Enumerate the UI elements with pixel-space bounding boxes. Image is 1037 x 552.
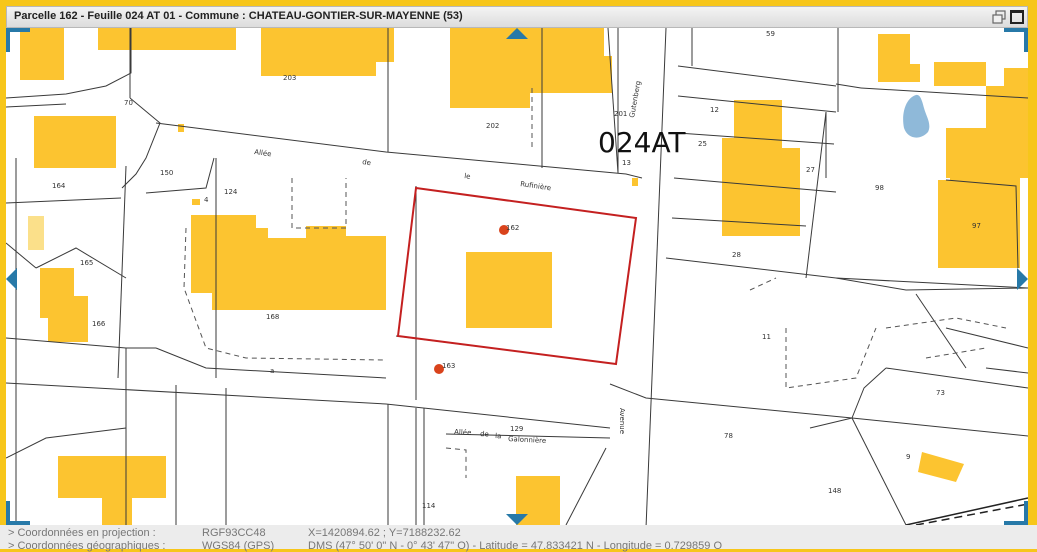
- pan-south-arrow-icon[interactable]: [506, 514, 528, 525]
- parcel-label-148: 148: [828, 487, 841, 495]
- light-buildings: [28, 216, 44, 250]
- window-title: Parcelle 162 - Feuille 024 AT 01 - Commu…: [14, 10, 463, 22]
- pan-east-arrow-icon[interactable]: [1017, 268, 1028, 290]
- coordinates-statusbar: > Coordonnées en projection : RGF93CC48 …: [0, 525, 1037, 552]
- parcel-label-162: 162: [506, 224, 519, 232]
- street-label-la: la: [495, 432, 502, 440]
- pan-north-arrow-icon[interactable]: [506, 28, 528, 39]
- parcel-label-59: 59: [766, 30, 775, 38]
- geographic-system: WGS84 (GPS): [202, 540, 275, 552]
- parcel-label-97: 97: [972, 222, 981, 230]
- parcel-label-203: 203: [283, 74, 296, 82]
- projection-value: X=1420894.62 ; Y=7188232.62: [308, 527, 461, 539]
- parcel-label-202: 202: [486, 122, 499, 130]
- parcel-label-164: 164: [52, 182, 66, 190]
- parcel-label-12: 12: [710, 106, 719, 114]
- street-label-allee: Allée: [254, 148, 272, 158]
- buildings: [20, 28, 1028, 525]
- parcel-label-25: 25: [698, 140, 707, 148]
- parcel-label-150: 150: [160, 169, 173, 177]
- parcel-label-28: 28: [732, 251, 741, 259]
- parcel-label-13: 13: [622, 159, 631, 167]
- parcel-label-201: 201: [614, 110, 627, 118]
- maximize-window-button[interactable]: [1010, 10, 1024, 24]
- parcel-label-114: 114: [422, 502, 436, 510]
- corner-handle-top-right[interactable]: [1004, 28, 1028, 52]
- projection-label: > Coordonnées en projection :: [8, 527, 156, 539]
- parcel-label-78: 78: [724, 432, 733, 440]
- parcel-label-165: 165: [80, 259, 93, 267]
- street-label-le: le: [464, 172, 471, 181]
- parcel-label-163: 163: [442, 362, 455, 370]
- restore-window-button[interactable]: [992, 10, 1006, 24]
- projection-system: RGF93CC48: [202, 527, 266, 539]
- street-label-rufiniere: Rufinière: [520, 180, 552, 192]
- street-label-avenue: Avenue: [618, 408, 626, 434]
- window-titlebar: Parcelle 162 - Feuille 024 AT 01 - Commu…: [6, 6, 1028, 28]
- street-label-de2: de: [480, 430, 489, 438]
- parcel-viewer-window: Parcelle 162 - Feuille 024 AT 01 - Commu…: [0, 0, 1037, 552]
- street-label-allee2: Allée: [454, 428, 472, 437]
- parcel-label-a: a: [270, 367, 274, 375]
- parcel-label-70: 70: [124, 99, 133, 107]
- parcel-label-4: 4: [204, 196, 209, 204]
- street-label-gutenberg: Gutenberg: [628, 80, 642, 118]
- parcel-label-166: 166: [92, 320, 106, 328]
- pan-west-arrow-icon[interactable]: [6, 268, 17, 290]
- parcel-label-9: 9: [906, 453, 910, 461]
- map-canvas: 59 203 70 202 201 12 25 13 27 98 97 164 …: [6, 28, 1028, 525]
- parcel-label-168: 168: [266, 313, 279, 321]
- geographic-value: DMS (47° 50' 0" N - 0° 43' 47" O) - Lati…: [308, 540, 723, 552]
- water: [903, 94, 930, 138]
- corner-handle-bottom-left[interactable]: [6, 501, 30, 525]
- parcel-label-98: 98: [875, 184, 884, 192]
- street-label-de: de: [362, 158, 372, 167]
- parcel-label-11: 11: [762, 333, 771, 341]
- parcel-label-73: 73: [936, 389, 945, 397]
- cadastral-map[interactable]: 59 203 70 202 201 12 25 13 27 98 97 164 …: [6, 28, 1028, 525]
- street-label-galonniere: Galonnière: [508, 435, 546, 445]
- parcel-label-124: 124: [224, 188, 238, 196]
- corner-handle-bottom-right[interactable]: [1004, 501, 1028, 525]
- restore-icon: [992, 10, 1006, 24]
- sheet-label: 024AT: [598, 126, 686, 159]
- corner-handle-top-left[interactable]: [6, 28, 30, 52]
- parcel-label-129: 129: [510, 425, 523, 433]
- geographic-label: > Coordonnées géographiques :: [8, 540, 166, 552]
- parcel-label-27: 27: [806, 166, 815, 174]
